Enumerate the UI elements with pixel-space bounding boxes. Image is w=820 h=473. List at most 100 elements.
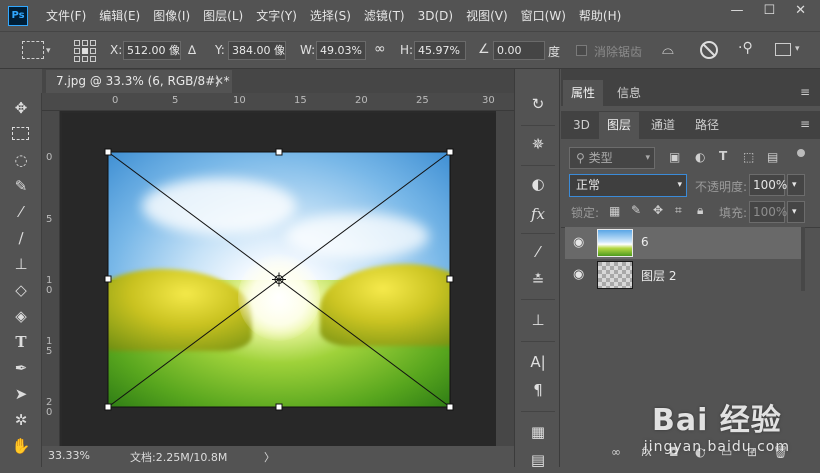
close-tab-icon[interactable]: ✕ [214, 70, 224, 92]
lock-transparent-icon[interactable]: ▦ [609, 204, 620, 218]
paragraph-icon[interactable]: ¶ [525, 377, 551, 403]
tab-properties[interactable]: 属性 [563, 80, 604, 106]
warp-mode-icon[interactable]: ⌓ [662, 40, 674, 58]
menu-3d[interactable]: 3D(D) [418, 9, 453, 23]
filter-smart-object-icon[interactable]: ▤ [767, 150, 778, 164]
clone-source-icon[interactable]: ⊥ [525, 307, 551, 333]
filter-type-icon[interactable]: T [719, 149, 727, 163]
filter-adjustment-icon[interactable]: ◐ [695, 150, 705, 164]
layers-scrollbar[interactable] [801, 227, 805, 291]
opacity-dropdown[interactable]: ▾ [787, 174, 805, 196]
width-input[interactable]: 49.03% [316, 41, 366, 60]
height-input[interactable]: 45.97% [414, 41, 466, 60]
zoom-level[interactable]: 33.33% [48, 449, 90, 462]
menu-help[interactable]: 帮助(H) [579, 7, 621, 24]
menu-select[interactable]: 选择(S) [310, 7, 351, 24]
opacity-input[interactable]: 100% [749, 174, 787, 196]
delete-layer-icon[interactable]: 🗑︎ [773, 445, 788, 459]
vertical-scrollbar[interactable] [496, 111, 514, 446]
lock-position-icon[interactable]: ✥ [653, 203, 663, 217]
tab-3d[interactable]: 3D [565, 112, 598, 138]
brush-presets-icon[interactable]: ⁄ [525, 239, 551, 265]
panel-menu-icon[interactable]: ≡ [800, 85, 810, 99]
workspace-icon[interactable] [775, 43, 791, 56]
document-tab[interactable]: 7.jpg @ 33.3% (6, RGB/8#) * ✕ [46, 70, 232, 93]
layer-name[interactable]: 6 [641, 235, 649, 249]
cancel-transform-icon[interactable] [700, 41, 718, 59]
marquee-tool-icon[interactable] [9, 122, 33, 146]
move-tool-icon[interactable]: ✥ [9, 96, 33, 120]
filter-shape-icon[interactable]: ⬚ [743, 150, 754, 164]
ruler-tick-label: 15 [294, 95, 307, 106]
layer-name[interactable]: 图层 2 [641, 267, 676, 284]
styles-fx-icon[interactable]: fx [525, 201, 551, 227]
menu-type[interactable]: 文字(Y) [256, 7, 297, 24]
close-window-button[interactable]: ✕ [795, 3, 806, 18]
filter-pixel-icon[interactable]: ▣ [669, 150, 680, 164]
history-icon[interactable]: ↻ [525, 91, 551, 117]
brush-settings-icon[interactable]: ≛ [525, 267, 551, 293]
quick-selection-tool-icon[interactable]: ✎ [9, 174, 33, 198]
anti-alias-checkbox[interactable] [576, 45, 587, 56]
panel-menu-icon[interactable]: ≡ [800, 117, 810, 131]
eraser-tool-icon[interactable]: ◇ [9, 278, 33, 302]
reference-point-icon[interactable] [74, 40, 96, 62]
status-menu-arrow[interactable]: 〉 [264, 449, 275, 465]
more-panels-icon[interactable]: ▤ [525, 447, 551, 473]
custom-shape-tool-icon[interactable]: ✲ [9, 408, 33, 432]
tab-paths[interactable]: 路径 [687, 112, 727, 138]
fill-input[interactable]: 100% [749, 201, 787, 223]
clone-stamp-tool-icon[interactable]: ⊥ [9, 252, 33, 276]
rotation-input[interactable]: 0.00 [493, 41, 545, 60]
menu-view[interactable]: 视图(V) [466, 7, 508, 24]
visibility-eye-icon[interactable]: ◉ [573, 267, 584, 282]
character-icon[interactable]: A| [525, 349, 551, 375]
type-tool-icon[interactable]: T [9, 330, 33, 354]
add-style-fx-icon[interactable]: fx [641, 445, 652, 459]
link-layers-icon[interactable]: ∞ [611, 445, 621, 459]
x-position-input[interactable]: 512.00 像素 [123, 41, 181, 60]
path-selection-tool-icon[interactable]: ➤ [9, 382, 33, 406]
tab-info[interactable]: 信息 [609, 80, 649, 106]
blend-mode-select[interactable]: 正常 ▾ [569, 174, 687, 197]
minimize-button[interactable]: — [730, 3, 743, 18]
tab-layers[interactable]: 图层 [599, 112, 640, 139]
collapsed-panels: ↻ ✵ ◐ fx ⁄ ≛ ⊥ A| ¶ ▦ ▤ [514, 69, 560, 469]
menu-file[interactable]: 文件(F) [46, 7, 86, 24]
fill-dropdown[interactable]: ▾ [787, 201, 805, 223]
commit-search-icon[interactable]: ·⚲ [738, 40, 753, 56]
lock-artboard-icon[interactable]: ⌗ [675, 203, 682, 218]
menu-edit[interactable]: 编辑(E) [99, 7, 140, 24]
layer-row[interactable]: ◉ 图层 2 [565, 259, 801, 291]
link-icon[interactable]: ∞ [374, 41, 386, 57]
add-mask-icon[interactable]: ◘ [669, 445, 679, 459]
filter-toggle-icon[interactable] [797, 149, 805, 157]
menu-image[interactable]: 图像(I) [153, 7, 190, 24]
visibility-eye-icon[interactable]: ◉ [573, 235, 584, 250]
libraries-icon[interactable]: ▦ [525, 419, 551, 445]
tab-channels[interactable]: 通道 [643, 112, 683, 138]
eyedropper-tool-icon[interactable]: ⁄ [9, 200, 33, 224]
navigator-icon[interactable]: ✵ [525, 131, 551, 157]
pen-tool-icon[interactable]: ✒ [9, 356, 33, 380]
move-transform-icon[interactable] [22, 41, 44, 59]
y-position-input[interactable]: 384.00 像素 [228, 41, 286, 60]
lock-image-icon[interactable]: ✎ [631, 203, 641, 217]
free-transform-box[interactable] [100, 144, 458, 415]
paint-bucket-tool-icon[interactable]: ◈ [9, 304, 33, 328]
new-layer-icon[interactable]: ⊞ [747, 445, 757, 459]
relative-position-icon[interactable]: ∆ [188, 43, 196, 57]
layer-row[interactable]: ◉ 6 [565, 227, 801, 259]
new-adjustment-icon[interactable]: ◐ [695, 445, 705, 459]
lasso-tool-icon[interactable]: ◌ [9, 148, 33, 172]
restore-button[interactable]: ☐ [763, 3, 775, 18]
new-group-icon[interactable]: ▭ [721, 445, 732, 459]
hand-tool-icon[interactable]: ✋ [9, 434, 33, 458]
menu-window[interactable]: 窗口(W) [521, 7, 566, 24]
menu-layer[interactable]: 图层(L) [203, 7, 243, 24]
menu-filter[interactable]: 滤镜(T) [364, 7, 405, 24]
adjustments-icon[interactable]: ◐ [525, 171, 551, 197]
layer-filter-select[interactable]: ⚲ 类型 ▾ [569, 147, 655, 169]
lock-all-icon[interactable]: 🔒︎ [697, 203, 703, 218]
brush-tool-icon[interactable]: ∕ [9, 226, 33, 250]
